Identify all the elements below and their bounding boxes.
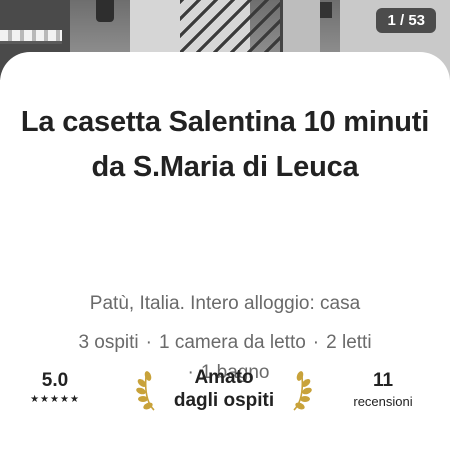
listing-title: La casetta Salentina 10 minuti da S.Mari… (20, 106, 430, 183)
reviews-stat[interactable]: 11 recensioni (338, 370, 428, 409)
photo-awning (0, 30, 62, 44)
rating-value: 5.0 (41, 370, 69, 391)
photo-counter: 1 / 53 (376, 8, 436, 33)
badge-line-2: dagli ospiti (173, 390, 275, 411)
separator-dot: · (312, 332, 320, 353)
badge-line-1: Amato (194, 367, 254, 388)
photo-frame (320, 2, 332, 18)
reviews-label: recensioni (353, 394, 413, 409)
photo-lamp (96, 0, 114, 22)
guest-favorite-badge: Amato dagli ospiti (128, 366, 320, 416)
reviews-count: 11 (372, 370, 394, 391)
details-line-1: 3 ospiti · 1 camera da letto · 2 letti (10, 328, 440, 358)
bedrooms-count: 1 camera da letto (158, 332, 306, 353)
guests-count: 3 ospiti (78, 332, 139, 353)
rating-stat[interactable]: 5.0 ★★★★★ (20, 370, 90, 405)
laurel-right-icon (293, 371, 312, 411)
beds-count: 2 letti (326, 332, 372, 353)
rating-stars-icon: ★★★★★ (30, 394, 80, 405)
listing-location-type: Patù, Italia. Intero alloggio: casa (89, 293, 361, 314)
laurel-left-icon (136, 371, 155, 411)
separator-dot: · (145, 332, 152, 353)
badge-text: Amato dagli ospiti (158, 366, 290, 412)
